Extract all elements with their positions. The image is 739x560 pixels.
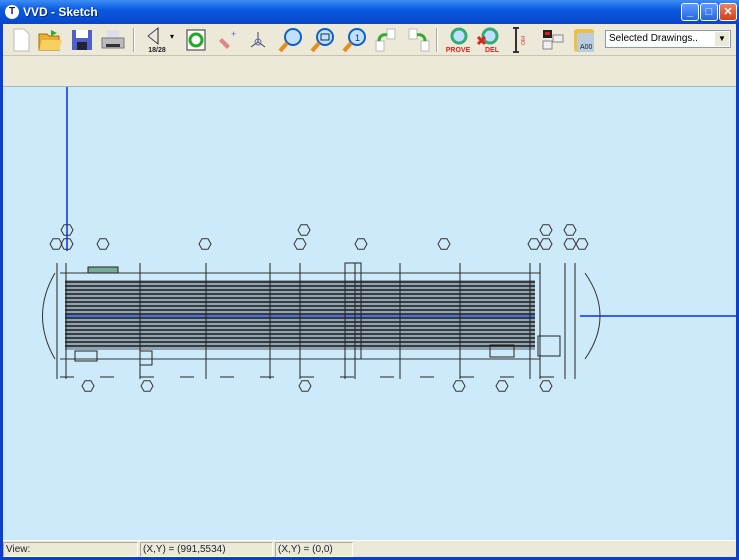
hex-marker [575,238,589,250]
hex-marker [539,224,553,236]
svg-text:▾: ▾ [170,32,174,41]
copy-right-button[interactable] [406,27,432,53]
new-button[interactable] [8,27,34,53]
chevron-down-icon[interactable]: ▼ [715,32,729,46]
save-icon [72,30,92,50]
layout-icon [542,30,564,50]
svg-text:A00: A00 [580,44,593,51]
status-bar: View: (X,Y) = (991,5534) (X,Y) = (0,0) [3,540,736,557]
toolbar-separator [133,28,135,52]
hex-marker [81,380,95,392]
status-empty [355,542,736,557]
a00-icon: A00 [574,29,594,52]
vessel-drawing [42,87,736,392]
hex-marker [495,380,509,392]
hex-marker [354,238,368,250]
view-icon: ▾ [147,27,174,46]
svg-text:HIO: HIO [519,36,525,45]
print-button[interactable] [100,27,126,53]
title-bar: T VVD - Sketch _ □ ✕ [0,0,739,24]
open-button[interactable] [37,27,63,53]
window-title: VVD - Sketch [23,5,98,19]
open-icon [38,30,62,51]
prove-icon [450,27,468,45]
copy-left-button[interactable] [373,27,399,53]
copy-right-icon [408,28,430,52]
svg-text:+: + [231,29,236,39]
hex-marker [539,238,553,250]
hex-marker [49,238,63,250]
maximize-button[interactable]: □ [700,3,718,21]
pen-button[interactable]: + [215,27,241,53]
zoom-window-button[interactable] [310,27,336,53]
axis-button[interactable] [245,27,271,53]
hex-marker [452,380,466,392]
hex-marker [563,238,577,250]
save-button[interactable] [69,27,95,53]
secondary-toolbar [3,56,736,86]
nozzle-bottom [537,335,561,357]
prove-button[interactable]: PROVE [443,27,473,54]
hex-marker [297,224,311,236]
new-icon [13,28,30,52]
svg-text:1: 1 [355,33,360,43]
hex-marker [563,224,577,236]
toolbar-separator [436,28,438,52]
hex-marker [96,238,110,250]
zoom-fit-button[interactable]: 1 [342,27,368,53]
drawing-canvas[interactable] [3,86,736,540]
head-left [42,272,56,360]
status-origin-xy: (X,Y) = (0,0) [275,542,353,557]
status-view: View: [3,542,138,557]
copy-left-icon [375,28,396,52]
del-icon [476,27,499,46]
dimension-button[interactable]: HIO [507,27,533,53]
status-cursor-xy: (X,Y) = (991,5534) [140,542,273,557]
hex-marker [293,238,307,250]
zoom-icon [278,28,302,53]
hex-marker [140,380,154,392]
hex-marker [198,238,212,250]
close-button[interactable]: ✕ [719,3,737,21]
zoom-window-icon [310,28,334,53]
a00-button[interactable]: A00 [572,27,598,53]
hex-marker [298,380,312,392]
layout-button[interactable] [540,27,566,53]
hex-marker [527,238,541,250]
refresh-icon [186,29,206,51]
hex-marker [437,238,451,250]
zoom-button[interactable] [278,27,304,53]
toolbar: ▾ 18/28 + 1 PROVE DEL HIO A00 Selected Dr… [3,24,736,56]
prove-label: PROVE [445,47,471,54]
axis-icon [250,32,266,48]
hex-marker [539,380,553,392]
app-icon: T [5,5,19,19]
support [139,350,153,366]
minimize-button[interactable]: _ [681,3,699,21]
drawing-select[interactable]: Selected Drawings.. ▼ [605,30,731,48]
drawing-select-value: Selected Drawings.. [609,33,698,44]
refresh-button[interactable] [183,27,209,53]
zoom-fit-icon: 1 [342,28,366,53]
del-button[interactable]: DEL [475,27,501,54]
nozzle-top [87,266,119,274]
dimension-icon: HIO [513,27,525,53]
del-label: DEL [485,47,499,54]
view-button[interactable]: ▾ 18/28 [143,27,179,54]
print-icon [101,30,125,49]
view-label: 18/28 [148,47,166,54]
pen-icon: + [219,29,236,49]
